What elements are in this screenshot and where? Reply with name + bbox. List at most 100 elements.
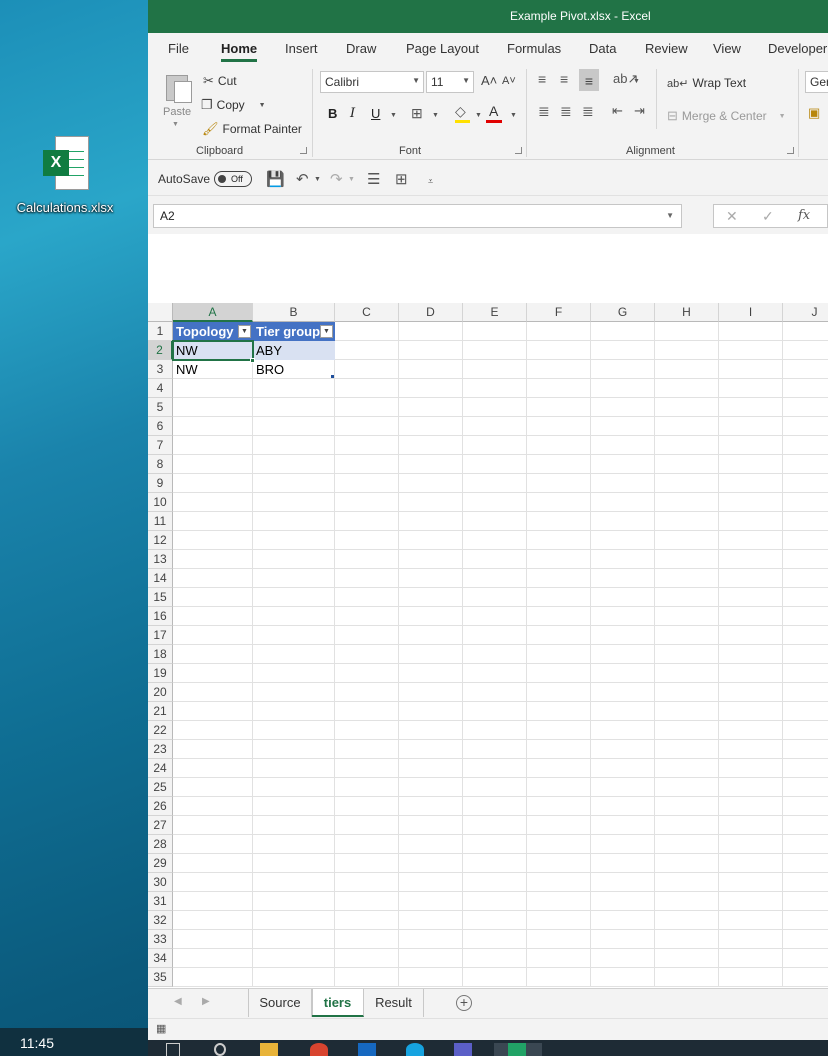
filter-dropdown-icon[interactable]: ▼ [238,325,251,338]
next-sheet-icon[interactable]: ▶ [202,996,210,1007]
windows-start-icon[interactable] [166,1043,180,1056]
redo-dropdown-icon[interactable]: ▼ [348,176,355,183]
underline-dropdown-icon[interactable]: ▼ [390,112,397,119]
sheet-tab-source[interactable]: Source [248,989,312,1017]
skype-icon[interactable] [406,1043,424,1056]
paste-icon[interactable] [164,71,194,103]
align-top-icon[interactable]: ≡ [538,71,546,87]
tab-review[interactable]: Review [645,41,688,56]
row-header-34[interactable]: 34 [148,949,173,968]
alignment-launcher-icon[interactable] [787,147,794,154]
row-header-17[interactable]: 17 [148,626,173,645]
align-middle-icon[interactable]: ≡ [560,71,568,87]
font-size-select[interactable]: 11 ▼ [426,71,474,93]
row-header-7[interactable]: 7 [148,436,173,455]
align-bottom-icon[interactable]: ≡ [579,69,599,91]
save-icon[interactable]: 💾 [266,170,285,188]
row-header-22[interactable]: 22 [148,721,173,740]
row-header-21[interactable]: 21 [148,702,173,721]
clipboard-launcher-icon[interactable] [300,147,307,154]
chrome-icon[interactable] [310,1043,328,1056]
underline-button[interactable]: U [371,106,380,121]
borders-icon[interactable]: ⊞ [411,105,423,122]
table-cell[interactable]: NW [173,360,253,379]
row-header-3[interactable]: 3 [148,360,173,379]
column-header-g[interactable]: G [591,303,655,322]
increase-font-icon[interactable]: A˄ [481,73,497,88]
tab-home[interactable]: Home [221,41,258,62]
sheet-tab-result[interactable]: Result [364,989,424,1017]
tab-insert[interactable]: Insert [285,41,318,56]
wrap-text-button[interactable]: ab↵ Wrap Text [667,76,746,90]
autosave-toggle[interactable]: Off [214,171,252,187]
insert-function-icon[interactable]: fx [798,208,810,223]
tab-draw[interactable]: Draw [346,41,376,56]
tab-file[interactable]: File [168,41,189,56]
table-header-cell[interactable]: Tier group ▼ [253,322,335,341]
font-color-icon[interactable]: A [489,103,498,119]
row-header-8[interactable]: 8 [148,455,173,474]
row-header-13[interactable]: 13 [148,550,173,569]
cancel-icon[interactable]: ✕ [726,208,738,225]
search-icon[interactable] [214,1043,226,1056]
row-header-20[interactable]: 20 [148,683,173,702]
borders-dropdown-icon[interactable]: ▼ [432,112,439,119]
undo-icon[interactable]: ↶ [296,170,309,188]
row-header-32[interactable]: 32 [148,911,173,930]
row-header-24[interactable]: 24 [148,759,173,778]
tab-page-layout[interactable]: Page Layout [406,41,479,56]
row-header-16[interactable]: 16 [148,607,173,626]
customize-qat-icon[interactable]: ⩡ [428,176,433,187]
column-header-c[interactable]: C [335,303,399,322]
paste-button[interactable]: Paste [163,106,191,118]
bold-button[interactable]: B [328,106,337,121]
row-header-23[interactable]: 23 [148,740,173,759]
row-header-10[interactable]: 10 [148,493,173,512]
tab-view[interactable]: View [713,41,741,56]
row-header-14[interactable]: 14 [148,569,173,588]
cell-area[interactable]: Topology ▼ Tier group ▼ NW ABY NW BRO [172,322,828,987]
fill-color-icon[interactable]: ◇ [455,103,466,120]
row-header-35[interactable]: 35 [148,968,173,987]
fill-handle[interactable] [250,358,255,363]
row-header-1[interactable]: 1 [148,322,173,341]
row-header-5[interactable]: 5 [148,398,173,417]
table-header-cell[interactable]: Topology ▼ [173,322,253,341]
hierarchy-icon[interactable]: ⊞ [395,170,408,188]
number-format-select[interactable]: Ger [805,71,828,93]
merge-center-button[interactable]: ⊟ Merge & Center ▼ [667,108,786,124]
tab-formulas[interactable]: Formulas [507,41,561,56]
align-left-icon[interactable]: ≣ [538,103,550,120]
table-cell[interactable]: BRO [253,360,335,379]
column-header-i[interactable]: I [719,303,783,322]
row-header-9[interactable]: 9 [148,474,173,493]
align-icon[interactable]: ☰ [367,170,380,188]
row-header-26[interactable]: 26 [148,797,173,816]
row-header-25[interactable]: 25 [148,778,173,797]
row-header-27[interactable]: 27 [148,816,173,835]
enter-icon[interactable]: ✓ [762,208,774,225]
row-header-30[interactable]: 30 [148,873,173,892]
column-header-d[interactable]: D [399,303,463,322]
row-header-19[interactable]: 19 [148,664,173,683]
fill-color-dropdown-icon[interactable]: ▼ [475,112,482,119]
cut-button[interactable]: ✂ Cut [203,73,237,89]
table-cell[interactable]: ABY [253,341,335,360]
column-header-j[interactable]: J [783,303,828,322]
font-color-dropdown-icon[interactable]: ▼ [510,112,517,119]
column-header-e[interactable]: E [463,303,527,322]
format-painter-button[interactable]: 🖌 Format Painter [202,121,302,137]
row-header-33[interactable]: 33 [148,930,173,949]
increase-indent-icon[interactable]: ⇥ [634,103,645,119]
align-center-icon[interactable]: ≣ [560,103,572,120]
row-header-11[interactable]: 11 [148,512,173,531]
font-name-select[interactable]: Calibri ▼ [320,71,424,93]
tab-developer[interactable]: Developer [768,41,827,56]
row-header-28[interactable]: 28 [148,835,173,854]
redo-icon[interactable]: ↷ [330,170,343,188]
row-header-15[interactable]: 15 [148,588,173,607]
italic-button[interactable]: I [350,106,355,121]
accounting-format-icon[interactable]: ▣ [808,105,820,121]
decrease-indent-icon[interactable]: ⇤ [612,103,623,119]
copy-button[interactable]: ❐ Copy ▼ [201,97,266,113]
